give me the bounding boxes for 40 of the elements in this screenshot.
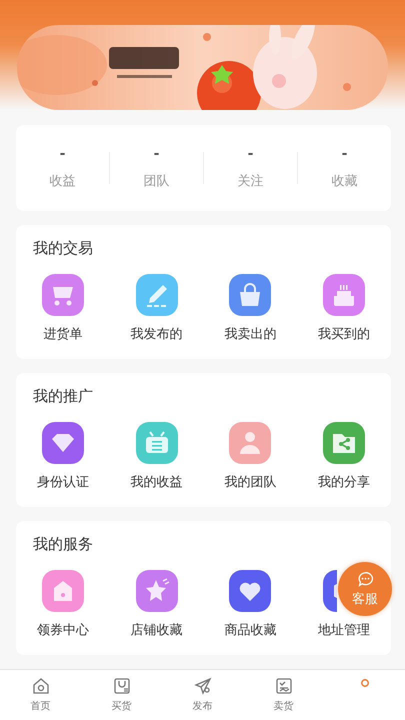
- receipt-icon: [274, 676, 294, 696]
- menu-item-label[interactable]: 我的收益: [130, 473, 183, 491]
- cake-icon[interactable]: [323, 274, 366, 316]
- pen-icon[interactable]: [136, 274, 178, 316]
- stat-value: -: [342, 146, 348, 162]
- nav-tab[interactable]: 首页: [0, 670, 81, 720]
- person-icon[interactable]: [229, 422, 272, 464]
- tv-icon[interactable]: [136, 422, 178, 464]
- menu-item-label[interactable]: 店铺收藏: [130, 621, 183, 639]
- stat-label: 收藏: [332, 173, 358, 190]
- chat-icon: [356, 570, 374, 588]
- menu-item-label[interactable]: 商品收藏: [224, 621, 276, 639]
- section-title: 我的推广: [33, 387, 93, 406]
- stat-label: 团队: [144, 173, 170, 190]
- menu-item-label[interactable]: 我买到的: [318, 325, 370, 343]
- menu-item-label[interactable]: 我的分享: [318, 473, 370, 491]
- stat-label: 关注: [238, 173, 264, 190]
- menu-item-label[interactable]: 我卖出的: [224, 325, 276, 343]
- menu-item-label[interactable]: 我的团队: [224, 473, 276, 491]
- nav-tab[interactable]: 卖货: [243, 670, 324, 720]
- paper-plane-icon: [192, 676, 212, 696]
- shopping-bag-icon: [112, 676, 132, 696]
- share-icon[interactable]: [323, 422, 366, 464]
- menu-item-label[interactable]: 领券中心: [36, 621, 89, 639]
- cart-icon[interactable]: [42, 274, 84, 316]
- section-title: 我的服务: [33, 535, 93, 554]
- home-icon: [30, 676, 50, 696]
- stat-label: 收益: [50, 173, 76, 190]
- menu-item-label[interactable]: 我发布的: [130, 325, 183, 343]
- menu-item-label[interactable]: 进货单: [43, 325, 82, 343]
- house-icon[interactable]: [42, 570, 84, 612]
- menu-item-label[interactable]: 身份认证: [36, 473, 89, 491]
- stat-value: -: [60, 146, 66, 162]
- bag-icon[interactable]: [229, 274, 272, 316]
- section-title: 我的交易: [33, 239, 93, 258]
- stat-value: -: [248, 146, 254, 162]
- stat-value: -: [154, 146, 160, 162]
- nav-tab[interactable]: 发布: [162, 670, 243, 720]
- nav-tab[interactable]: 买货: [81, 670, 162, 720]
- menu-item-label[interactable]: 地址管理: [318, 621, 370, 639]
